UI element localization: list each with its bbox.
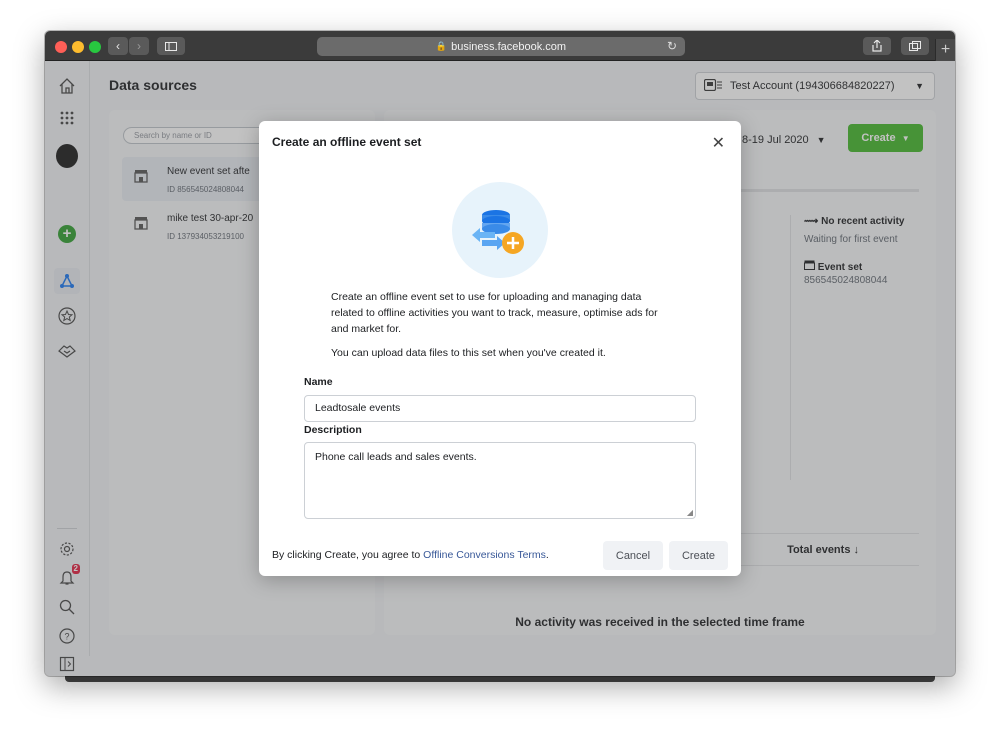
dialog-note: You can upload data files to this set wh…: [331, 347, 606, 359]
offline-conversions-terms-link[interactable]: Offline Conversions Terms: [423, 549, 546, 561]
url-text: business.facebook.com: [451, 40, 567, 53]
zoom-window-button[interactable]: [89, 41, 101, 53]
name-field[interactable]: Leadtosale events: [304, 395, 696, 422]
share-icon[interactable]: [863, 37, 891, 55]
close-window-button[interactable]: [55, 41, 67, 53]
dialog-description: Create an offline event set to use for u…: [331, 291, 658, 335]
lock-icon: 🔒: [435, 41, 448, 51]
minimize-window-button[interactable]: [72, 41, 84, 53]
back-icon[interactable]: ‹: [108, 37, 128, 55]
tabs-overview-icon[interactable]: [901, 37, 929, 55]
dialog-title: Create an offline event set: [272, 135, 422, 149]
terms-suffix: .: [545, 549, 549, 561]
cancel-button[interactable]: Cancel: [603, 541, 663, 570]
new-tab-button[interactable]: +: [935, 39, 955, 61]
forward-icon[interactable]: ›: [129, 37, 149, 55]
description-label: Description: [304, 424, 362, 436]
close-icon[interactable]: ✕: [712, 133, 725, 153]
reload-icon[interactable]: ↻: [667, 39, 677, 53]
database-add-icon: [452, 182, 548, 278]
create-offline-event-set-dialog: Create an offline event set ✕ Create an …: [259, 121, 741, 576]
description-field[interactable]: Phone call leads and sales events. ◢: [304, 442, 696, 519]
sidebar-toggle-icon[interactable]: [157, 37, 185, 55]
terms-notice: By clicking Create, you agree to Offline…: [272, 549, 549, 561]
terms-prefix: By clicking Create, you agree to: [272, 549, 424, 561]
browser-titlebar: ‹ › 🔒 business.facebook.com ↻ +: [45, 31, 955, 61]
window-shadow: [65, 676, 935, 682]
resize-grip-icon[interactable]: ◢: [687, 508, 693, 517]
address-bar[interactable]: 🔒 business.facebook.com ↻: [317, 37, 685, 56]
name-label: Name: [304, 376, 333, 388]
create-set-button[interactable]: Create: [669, 541, 728, 570]
description-text: Phone call leads and sales events.: [315, 451, 477, 463]
